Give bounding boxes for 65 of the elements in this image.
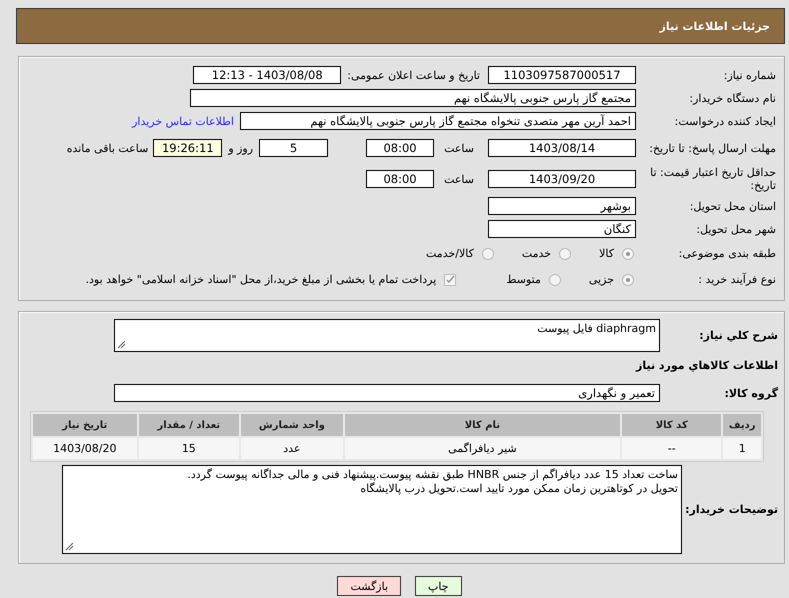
column-header: تعداد / مقدار xyxy=(138,414,240,436)
requester-field: احمد آرین مهر متصدی تنخواه مجتمع گاز پارس جنوبی پالایشگاه نهم xyxy=(240,112,636,130)
column-header: واحد شمارش xyxy=(241,414,343,436)
process-label: نوع فرآیند خرید : xyxy=(697,273,776,286)
radio-button[interactable] xyxy=(548,274,561,286)
table-cell: عدد xyxy=(241,438,343,459)
radio-label: جزیی xyxy=(588,273,614,286)
radio-label: کالا xyxy=(599,247,614,260)
table-cell: -- xyxy=(622,438,722,459)
buyer-contact-link[interactable]: اطلاعات تماس خریدار xyxy=(132,114,234,128)
reply-deadline-label: مهلت ارسال پاسخ: تا تاریخ: xyxy=(648,142,776,154)
checkbox[interactable] xyxy=(444,274,456,286)
column-header: ردیف xyxy=(723,414,761,436)
need-number-label: شماره نیاز: xyxy=(722,68,776,82)
reply-time-field: 08:00 xyxy=(366,139,434,157)
validity-time-field: 08:00 xyxy=(366,170,434,188)
need-number-field: 1103097587000517 xyxy=(488,66,636,84)
radio-label: خدمت xyxy=(522,247,552,260)
price-validity-label: حداقل تاریخ اعتبار قیمت: تا تاریخ: xyxy=(649,166,776,192)
radio-label: کالا/خدمت xyxy=(426,247,474,260)
days-field: 5 xyxy=(259,139,328,157)
validity-date-field: 1403/09/20 xyxy=(488,170,636,188)
goods-heading: اطلاعات كالاهاي مورد نياز xyxy=(634,358,778,372)
radio-label: متوسط xyxy=(506,273,541,286)
province-label: استان محل تحویل: xyxy=(688,200,776,212)
table-cell: 1 xyxy=(723,438,761,459)
resize-grip-icon[interactable] xyxy=(65,542,74,550)
announce-label: تاریخ و ساعت اعلان عمومی: xyxy=(347,68,480,82)
column-header: کد کالا xyxy=(622,414,722,436)
requester-label: ایجاد کننده درخواست: xyxy=(674,114,776,128)
remaining-time-field: 19:26:11 xyxy=(153,139,222,157)
radio-button[interactable] xyxy=(622,248,634,260)
city-label: شهر محل تحویل: xyxy=(695,222,776,236)
days-label: روز و xyxy=(228,142,254,154)
column-header: نام کالا xyxy=(344,414,620,436)
goods-group-label: گروه کالا: xyxy=(723,386,778,400)
buyer-field: مجتمع گاز پارس جنوبی پالایشگاه نهم xyxy=(190,89,636,107)
notes-line: ساخت تعداد 15 عدد دیافراگم از جنس HNBR طبق نقشه پیوست.پیشنهاد فنی و مالی جداگانه پیوست گردد. xyxy=(186,468,678,481)
remaining-label: ساعت باقی مانده xyxy=(66,142,148,154)
goods-group-field: تعمیر و نگهداری xyxy=(114,384,660,402)
province-field: بوشهر xyxy=(488,197,636,215)
print-button[interactable]: چاپ xyxy=(415,576,462,596)
reply-date-field: 1403/08/14 xyxy=(488,139,636,157)
table-cell: 15 xyxy=(138,438,240,459)
announce-field: 1403/08/08 - 12:13 xyxy=(193,66,342,84)
table-cell: 1403/08/20 xyxy=(33,438,137,459)
radio-button[interactable] xyxy=(559,248,572,260)
resize-grip-icon[interactable] xyxy=(117,340,126,348)
back-button[interactable]: بازگشت xyxy=(337,576,402,596)
city-field: کنگان xyxy=(488,220,636,238)
buyer-notes-field[interactable]: ساخت تعداد 15 عدد دیافراگم از جنس HNBR طبق نقشه پیوست.پیشنهاد فنی و مالی جداگانه پیوست گردد. تحویل در کوتاهترین زمان ممکن مورد تایید است.تحویل درب پالایشگاه xyxy=(62,464,682,554)
time-label: ساعت xyxy=(444,142,474,154)
radio-button[interactable] xyxy=(622,274,634,286)
radio-button[interactable] xyxy=(482,248,494,260)
summary-label: شرح کلي نياز: xyxy=(698,328,778,342)
time-label: ساعت xyxy=(444,172,474,186)
category-label: طبقه بندی موضوعی: xyxy=(678,247,776,260)
notes-line: تحویل در کوتاهترین زمان ممکن مورد تایید است.تحویل درب پالایشگاه xyxy=(360,482,678,496)
buyer-label: نام دستگاه خریدار: xyxy=(688,92,776,104)
summary-field[interactable]: diaphragm فایل پیوست xyxy=(114,318,660,352)
buyer-notes-label: توضیحات خریدار: xyxy=(684,502,778,516)
table-cell: شیر دیافراگمی xyxy=(344,438,620,459)
column-header: تاریخ نیاز xyxy=(33,414,137,436)
header-title: جزئیات اطلاعات نیاز xyxy=(660,20,770,32)
payment-label: پرداخت تمام یا بخشی از مبلغ خرید،از محل "اسناد خزانه اسلامی" خواهد بود. xyxy=(86,273,436,286)
